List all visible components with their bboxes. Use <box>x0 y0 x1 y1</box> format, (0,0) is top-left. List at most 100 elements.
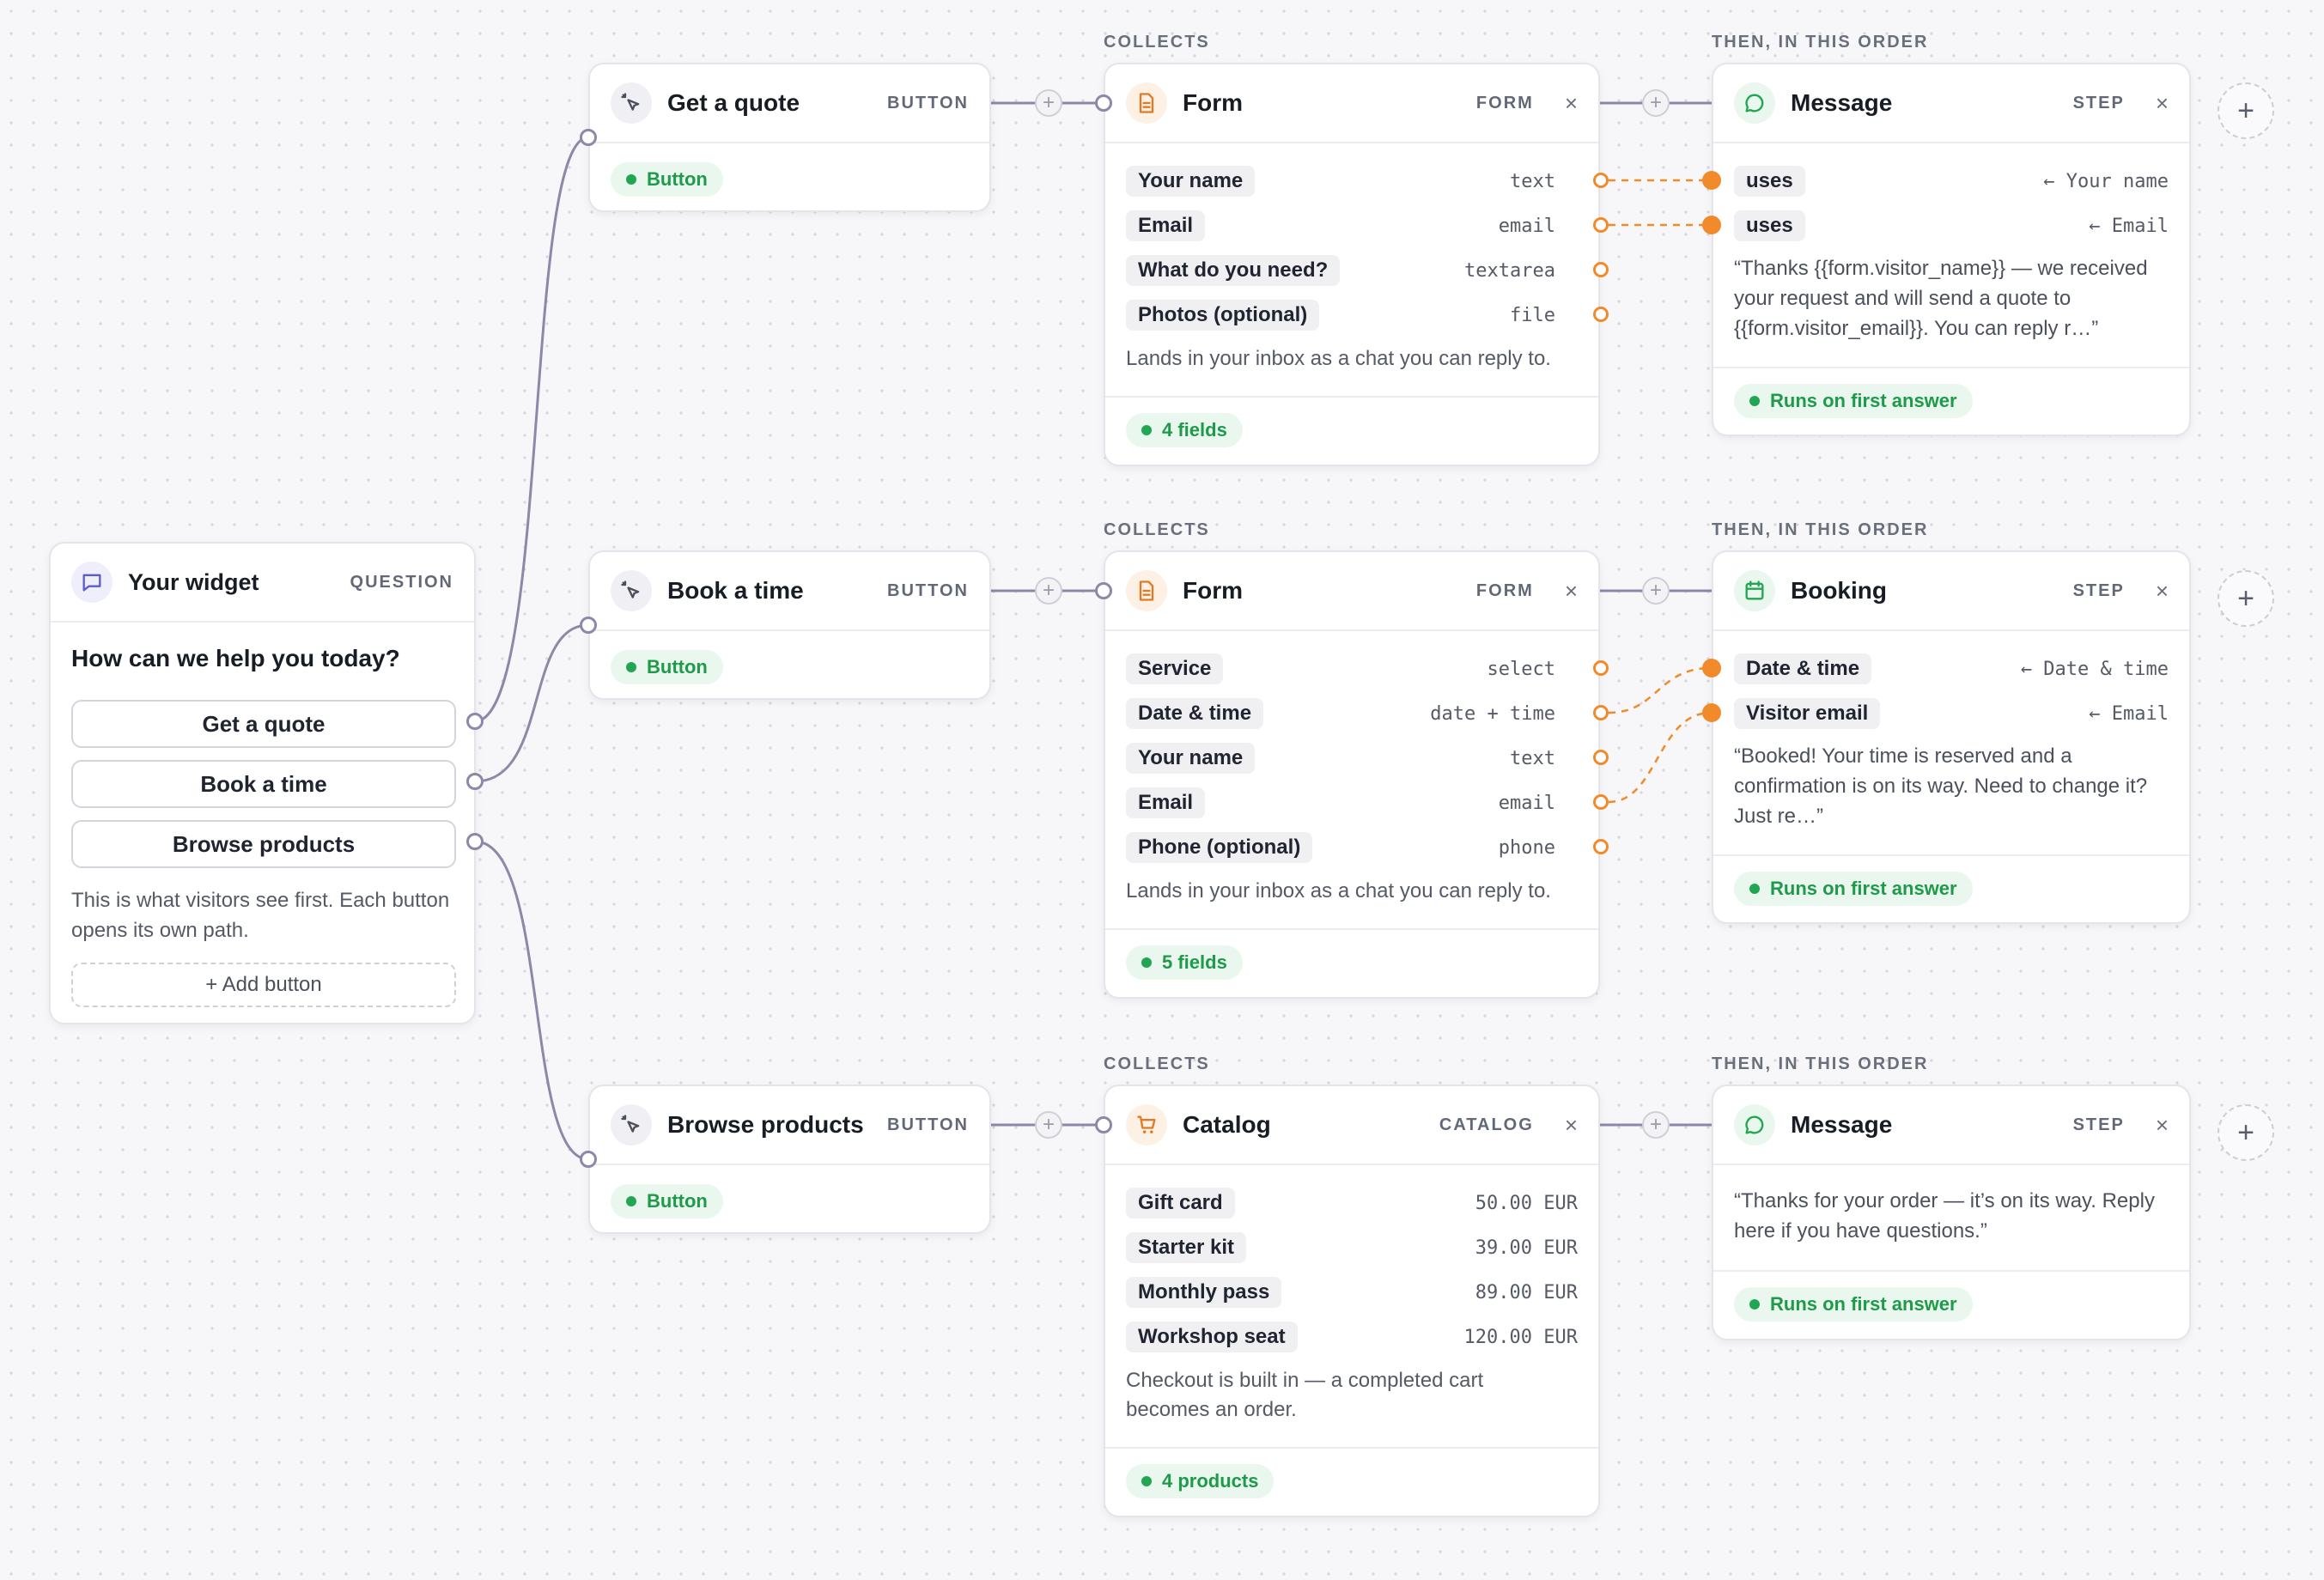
insert-node-form-message[interactable]: + <box>1642 89 1670 117</box>
wire-widget-to-browse <box>474 840 589 1161</box>
insert-node-book-form[interactable]: + <box>1035 577 1062 605</box>
widget-question: How can we help you today? <box>71 645 400 672</box>
add-step-button[interactable]: + <box>2218 570 2274 627</box>
close-icon[interactable]: × <box>2156 1114 2169 1136</box>
widget-button-book[interactable]: Book a time <box>71 760 456 808</box>
form-note: Lands in your inbox as a chat you can re… <box>1126 879 1551 902</box>
field-port[interactable] <box>1593 173 1609 188</box>
products-pill-wrap: 4 products <box>1126 1464 1275 1498</box>
insert-node-browse-catalog[interactable]: + <box>1035 1111 1062 1139</box>
button-card-browse[interactable]: Browse products BUTTON Button <box>588 1085 991 1234</box>
form-card-tag: FORM <box>1475 93 1534 112</box>
catalog-card[interactable]: Catalog CATALOG × Gift card 50.00 EUR Sta… <box>1104 1085 1600 1517</box>
button-port-browse[interactable] <box>580 1151 597 1168</box>
insert-node-catalog-message[interactable]: + <box>1642 1111 1670 1139</box>
message-card-order[interactable]: Message STEP × “Thanks for your order — … <box>1712 1085 2191 1340</box>
button-port-quote[interactable] <box>580 129 597 146</box>
button-card-quote[interactable]: Get a quote BUTTON Button <box>588 63 991 212</box>
booking-card[interactable]: Booking STEP × Date & time ← Date & time … <box>1712 550 2191 924</box>
field-port[interactable] <box>1593 217 1609 233</box>
button-pill-wrap: Button <box>611 1184 723 1218</box>
product-row: Starter kit 39.00 EUR <box>1126 1231 1578 1265</box>
wire-widget-to-book <box>474 623 589 783</box>
add-step-button[interactable]: + <box>2218 1104 2274 1161</box>
uses-row: uses ← Your name <box>1734 164 2169 198</box>
message-card-header: Message STEP × <box>1713 1086 2189 1165</box>
wire-widget-to-quote <box>474 136 589 723</box>
uses-port[interactable] <box>1702 703 1721 722</box>
field-port[interactable] <box>1593 839 1609 854</box>
form-row: What do you need? textarea <box>1126 253 1578 288</box>
fields-pill-wrap: 4 fields <box>1126 413 1243 447</box>
form-row: Date & time date + time <box>1126 696 1578 731</box>
catalog-card-title: Catalog <box>1183 1111 1271 1138</box>
field-port[interactable] <box>1593 750 1609 765</box>
product-row: Workshop seat 120.00 EUR <box>1126 1320 1578 1354</box>
form-card-quote[interactable]: Form FORM × Your name text Email email Wha… <box>1104 63 1600 466</box>
close-icon[interactable]: × <box>1565 580 1578 602</box>
widget-port-browse[interactable] <box>466 833 484 850</box>
uses-port[interactable] <box>1702 171 1721 190</box>
button-card-title: Get a quote <box>667 89 800 116</box>
map-visitor-email <box>1608 711 1712 804</box>
form-port-in[interactable] <box>1095 94 1112 112</box>
document-icon <box>1126 570 1167 611</box>
field-port[interactable] <box>1593 307 1609 322</box>
widget-button-quote[interactable]: Get a quote <box>71 700 456 748</box>
fields-pill-wrap: 5 fields <box>1126 945 1243 980</box>
widget-card[interactable]: Your widget QUESTION How can we help you… <box>49 542 476 1024</box>
form-port-in[interactable] <box>1095 582 1112 599</box>
uses-port[interactable] <box>1702 659 1721 678</box>
button-pill: Button <box>611 650 723 684</box>
widget-port-quote[interactable] <box>466 713 484 730</box>
add-button[interactable]: + Add button <box>71 963 456 1007</box>
close-icon[interactable]: × <box>1565 1114 1578 1136</box>
field-port[interactable] <box>1593 705 1609 720</box>
button-card-title: Browse products <box>667 1111 864 1138</box>
message-text: “Thanks for your order — it’s on its way… <box>1734 1189 2155 1243</box>
button-card-tag: BUTTON <box>887 580 969 600</box>
field-port[interactable] <box>1593 794 1609 810</box>
cursor-click-icon <box>611 570 652 611</box>
form-row: Your name text <box>1126 741 1578 775</box>
widget-port-book[interactable] <box>466 773 484 790</box>
runs-pill: Runs on first answer <box>1734 872 1973 906</box>
form-card-title: Form <box>1183 89 1243 116</box>
message-card-tag: STEP <box>2072 1115 2125 1134</box>
button-port-book[interactable] <box>580 617 597 634</box>
collects-label: COLLECTS <box>1104 33 1210 52</box>
runs-pill-wrap: Runs on first answer <box>1734 384 1973 418</box>
button-card-title: Book a time <box>667 577 804 604</box>
close-icon[interactable]: × <box>2156 92 2169 114</box>
close-icon[interactable]: × <box>2156 580 2169 602</box>
then-label: THEN, IN THIS ORDER <box>1712 520 1929 539</box>
divider <box>1105 1447 1598 1449</box>
insert-node-quote-form[interactable]: + <box>1035 89 1062 117</box>
message-card-header: Message STEP × <box>1713 64 2189 143</box>
catalog-port-in[interactable] <box>1095 1116 1112 1133</box>
close-icon[interactable]: × <box>1565 92 1578 114</box>
button-card-book[interactable]: Book a time BUTTON Button <box>588 550 991 700</box>
button-pill-wrap: Button <box>611 162 723 197</box>
catalog-card-tag: CATALOG <box>1439 1115 1534 1134</box>
message-circle-icon <box>1734 1104 1775 1146</box>
message-card-tag: STEP <box>2072 93 2125 112</box>
uses-row: Date & time ← Date & time <box>1734 652 2169 686</box>
add-step-button[interactable]: + <box>2218 82 2274 139</box>
uses-port[interactable] <box>1702 216 1721 234</box>
catalog-card-header: Catalog CATALOG × <box>1105 1086 1598 1165</box>
field-port[interactable] <box>1593 262 1609 277</box>
divider <box>1713 367 2189 368</box>
runs-pill: Runs on first answer <box>1734 1287 1973 1322</box>
widget-button-browse[interactable]: Browse products <box>71 820 456 868</box>
message-card-title: Message <box>1791 89 1893 116</box>
message-text: “Thanks {{form.visitor_name}} — we recei… <box>1734 257 2148 340</box>
field-port[interactable] <box>1593 660 1609 676</box>
runs-pill-wrap: Runs on first answer <box>1734 1287 1973 1322</box>
catalog-note: Checkout is built in — a completed cart … <box>1126 1369 1484 1421</box>
form-card-book[interactable]: Form FORM × Service select Date & time dat… <box>1104 550 1600 999</box>
insert-node-form-booking[interactable]: + <box>1642 577 1670 605</box>
message-card-quote[interactable]: Message STEP × uses ← Your name uses ← Ema… <box>1712 63 2191 436</box>
booking-text: “Booked! Your time is reserved and a con… <box>1734 744 2148 828</box>
button-card-header: Get a quote BUTTON <box>590 64 989 143</box>
